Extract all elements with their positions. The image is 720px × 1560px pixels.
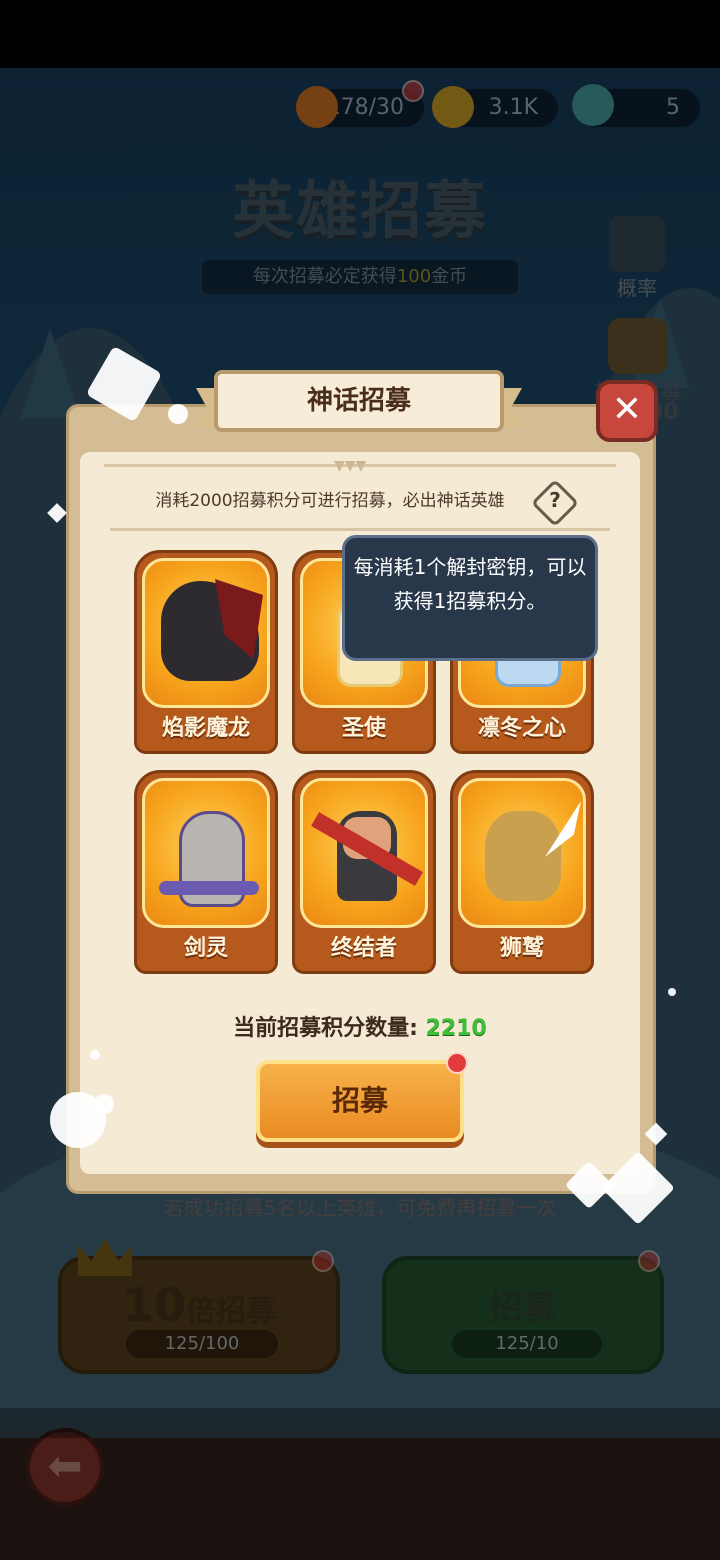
dialog-description: 消耗2000招募积分可进行招募，必出神话英雄 [155,491,505,511]
hero-portrait [300,778,428,928]
hero-name: 剑灵 [183,936,228,961]
bottom-bar [0,1438,720,1560]
robe-trim [159,881,259,895]
hero-card-terminator[interactable]: 终结者 [292,770,436,974]
points-label: 当前招募积分数量: [233,1016,418,1041]
hero-card-flame-dragon[interactable]: 焰影魔龙 [134,550,278,754]
notification-dot [446,1052,468,1074]
recruit-button[interactable]: 招募 [256,1060,464,1142]
snowflake-particle [94,1094,114,1114]
hero-name: 焰影魔龙 [161,716,250,741]
snowflake-particle [668,988,676,996]
hero-card-griffin[interactable]: 狮鹫 [450,770,594,974]
hero-portrait [458,778,586,928]
divider-ornament-icon: ▼▼▼ [334,458,367,474]
back-arrow-button[interactable]: ⬅ [26,1428,104,1506]
close-icon: ✕ [611,389,643,430]
hero-name: 圣使 [341,716,386,741]
help-tooltip: 每消耗1个解封密钥，可以获得1招募积分。 [342,535,598,661]
back-arrow-icon: ⬅ [47,1441,83,1490]
hero-name: 终结者 [330,936,397,961]
hero-portrait [142,558,270,708]
points-value: 2210 [425,1016,487,1041]
points-display: 当前招募积分数量: 2210 [80,1010,640,1042]
close-button[interactable]: ✕ [596,380,658,442]
griffin-figure [485,811,561,901]
divider-bottom [110,528,610,531]
hero-portrait [142,778,270,928]
hero-name: 凛冬之心 [477,716,566,741]
snowflake-particle [90,1050,100,1060]
hero-card-sword-spirit[interactable]: 剑灵 [134,770,278,974]
snowflake-particle [168,404,188,424]
help-icon: ? [549,488,561,512]
dialog-title: 神话招募 [214,370,504,432]
hero-name: 狮鹫 [499,936,544,961]
